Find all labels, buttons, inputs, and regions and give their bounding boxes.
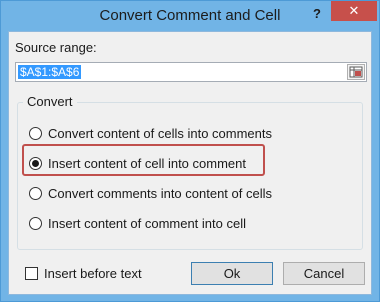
cancel-button[interactable]: Cancel — [283, 262, 365, 285]
ok-button[interactable]: Ok — [191, 262, 273, 285]
radio-dot — [32, 159, 39, 167]
radio-button[interactable] — [29, 126, 42, 140]
insert-before-text-checkbox[interactable] — [25, 266, 38, 280]
help-button[interactable]: ? — [305, 4, 329, 24]
close-icon: ✕ — [348, 3, 360, 18]
insert-before-text-label: Insert before text — [44, 265, 142, 281]
option-label: Insert content of cell into comment — [48, 155, 246, 171]
insert-before-text-option[interactable]: Insert before text — [25, 264, 142, 282]
title-bar[interactable]: Convert Comment and Cell ? ✕ — [1, 1, 379, 31]
option-cells-to-comments[interactable]: Convert content of cells into comments — [29, 124, 272, 142]
option-comments-to-cells[interactable]: Convert comments into content of cells — [29, 184, 272, 202]
source-range-label: Source range: — [15, 40, 97, 55]
source-range-value: $A$1:$A$6 — [18, 65, 82, 79]
source-range-input[interactable]: $A$1:$A$6 — [15, 62, 367, 82]
option-insert-cell-into-comment[interactable]: Insert content of cell into comment — [29, 154, 246, 172]
radio-button[interactable] — [29, 216, 42, 230]
option-label: Insert content of comment into cell — [48, 215, 246, 231]
range-select-button[interactable] — [347, 64, 365, 80]
convert-group-label: Convert — [23, 94, 77, 109]
range-select-icon — [349, 66, 363, 78]
radio-button-selected[interactable] — [29, 156, 42, 170]
option-label: Convert comments into content of cells — [48, 185, 272, 201]
dialog-window: Convert Comment and Cell ? ✕ Source rang… — [0, 0, 380, 302]
option-insert-comment-into-cell[interactable]: Insert content of comment into cell — [29, 214, 246, 232]
close-button[interactable]: ✕ — [331, 1, 377, 21]
radio-button[interactable] — [29, 186, 42, 200]
option-label: Convert content of cells into comments — [48, 125, 272, 141]
dialog-body: Source range: $A$1:$A$6 Convert Convert … — [8, 31, 372, 295]
